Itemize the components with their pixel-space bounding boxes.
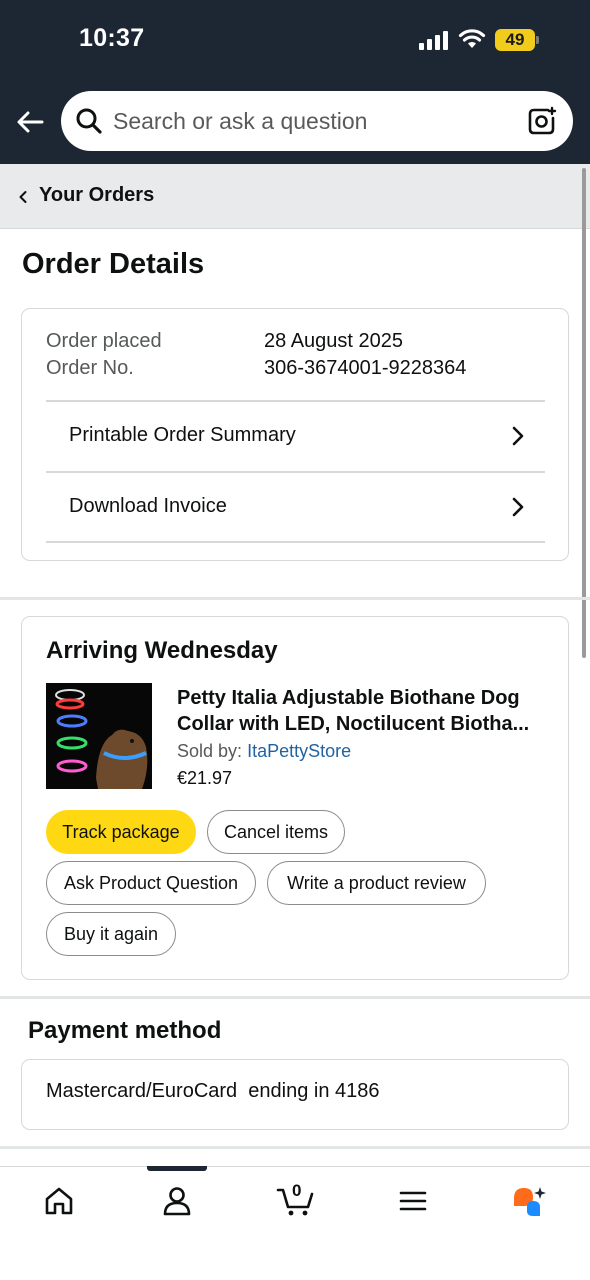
delivery-heading: Arriving Wednesday — [46, 637, 278, 664]
cellular-signal-icon — [419, 30, 449, 50]
top-header: 10:37 49 — [0, 0, 590, 164]
write-review-button[interactable]: Write a product review — [267, 861, 486, 905]
chevron-right-icon — [512, 426, 524, 446]
order-placed-value: 28 August 2025 — [264, 330, 404, 352]
section-separator — [0, 1146, 590, 1149]
page-title: Order Details — [22, 248, 205, 280]
search-bar[interactable] — [61, 91, 573, 151]
product-title-line-1[interactable]: Petty Italia Adjustable Biothane Dog — [177, 685, 547, 711]
breadcrumb-label[interactable]: Your Orders — [39, 184, 154, 207]
cancel-items-button[interactable]: Cancel items — [207, 810, 345, 854]
sold-by: Sold by: ItaPettyStore — [177, 741, 351, 762]
section-separator — [0, 597, 590, 600]
track-package-button[interactable]: Track package — [46, 810, 196, 854]
status-time: 10:37 — [79, 24, 145, 52]
order-summary-card: Order placed 28 August 2025 Order No. 30… — [21, 308, 569, 561]
printable-order-summary-label: Printable Order Summary — [69, 424, 296, 446]
battery-level: 49 — [505, 30, 525, 49]
download-invoice-label: Download Invoice — [69, 495, 227, 517]
camera-search-icon[interactable] — [527, 106, 557, 136]
rufus-icon[interactable] — [510, 1184, 548, 1218]
cart-icon[interactable] — [276, 1184, 316, 1218]
divider — [46, 541, 545, 543]
order-placed-label: Order placed — [46, 330, 162, 352]
buy-it-again-button[interactable]: Buy it again — [46, 912, 176, 956]
order-number-label: Order No. — [46, 357, 134, 379]
chevron-left-icon — [19, 191, 27, 203]
product-price: €21.97 — [177, 768, 233, 788]
payment-method-heading: Payment method — [28, 1017, 222, 1044]
sold-by-label: Sold by: — [177, 741, 243, 761]
chevron-right-icon — [512, 497, 524, 517]
printable-order-summary-link[interactable]: Printable Order Summary — [46, 402, 545, 472]
home-icon[interactable] — [42, 1184, 76, 1218]
product-image[interactable] — [46, 683, 152, 789]
ask-product-question-button[interactable]: Ask Product Question — [46, 861, 256, 905]
menu-icon[interactable] — [396, 1184, 430, 1218]
battery-icon: 49 — [495, 29, 539, 51]
download-invoice-link[interactable]: Download Invoice — [46, 473, 545, 543]
search-icon — [76, 108, 102, 134]
search-input[interactable] — [113, 91, 513, 151]
active-tab-indicator — [147, 1166, 207, 1171]
section-separator — [0, 996, 590, 999]
seller-link[interactable]: ItaPettyStore — [247, 741, 351, 761]
payment-method-text: Mastercard/EuroCard ending in 4186 — [46, 1080, 380, 1102]
wifi-icon — [458, 29, 486, 48]
scrollbar[interactable] — [582, 168, 586, 658]
account-icon[interactable] — [160, 1184, 194, 1218]
payment-method-card: Mastercard/EuroCard ending in 4186 — [21, 1059, 569, 1130]
product-title-line-2[interactable]: Collar with LED, Noctilucent Biotha... — [177, 711, 547, 737]
order-number-value: 306-3674001-9228364 — [264, 357, 467, 379]
breadcrumb[interactable]: Your Orders — [0, 164, 590, 229]
product-title[interactable]: Petty Italia Adjustable Biothane Dog Col… — [177, 685, 547, 737]
bottom-nav: 0 — [0, 1166, 590, 1280]
back-arrow-icon[interactable] — [14, 106, 46, 138]
shipment-card: Arriving Wednesday Petty Italia Adjustab… — [21, 616, 569, 980]
